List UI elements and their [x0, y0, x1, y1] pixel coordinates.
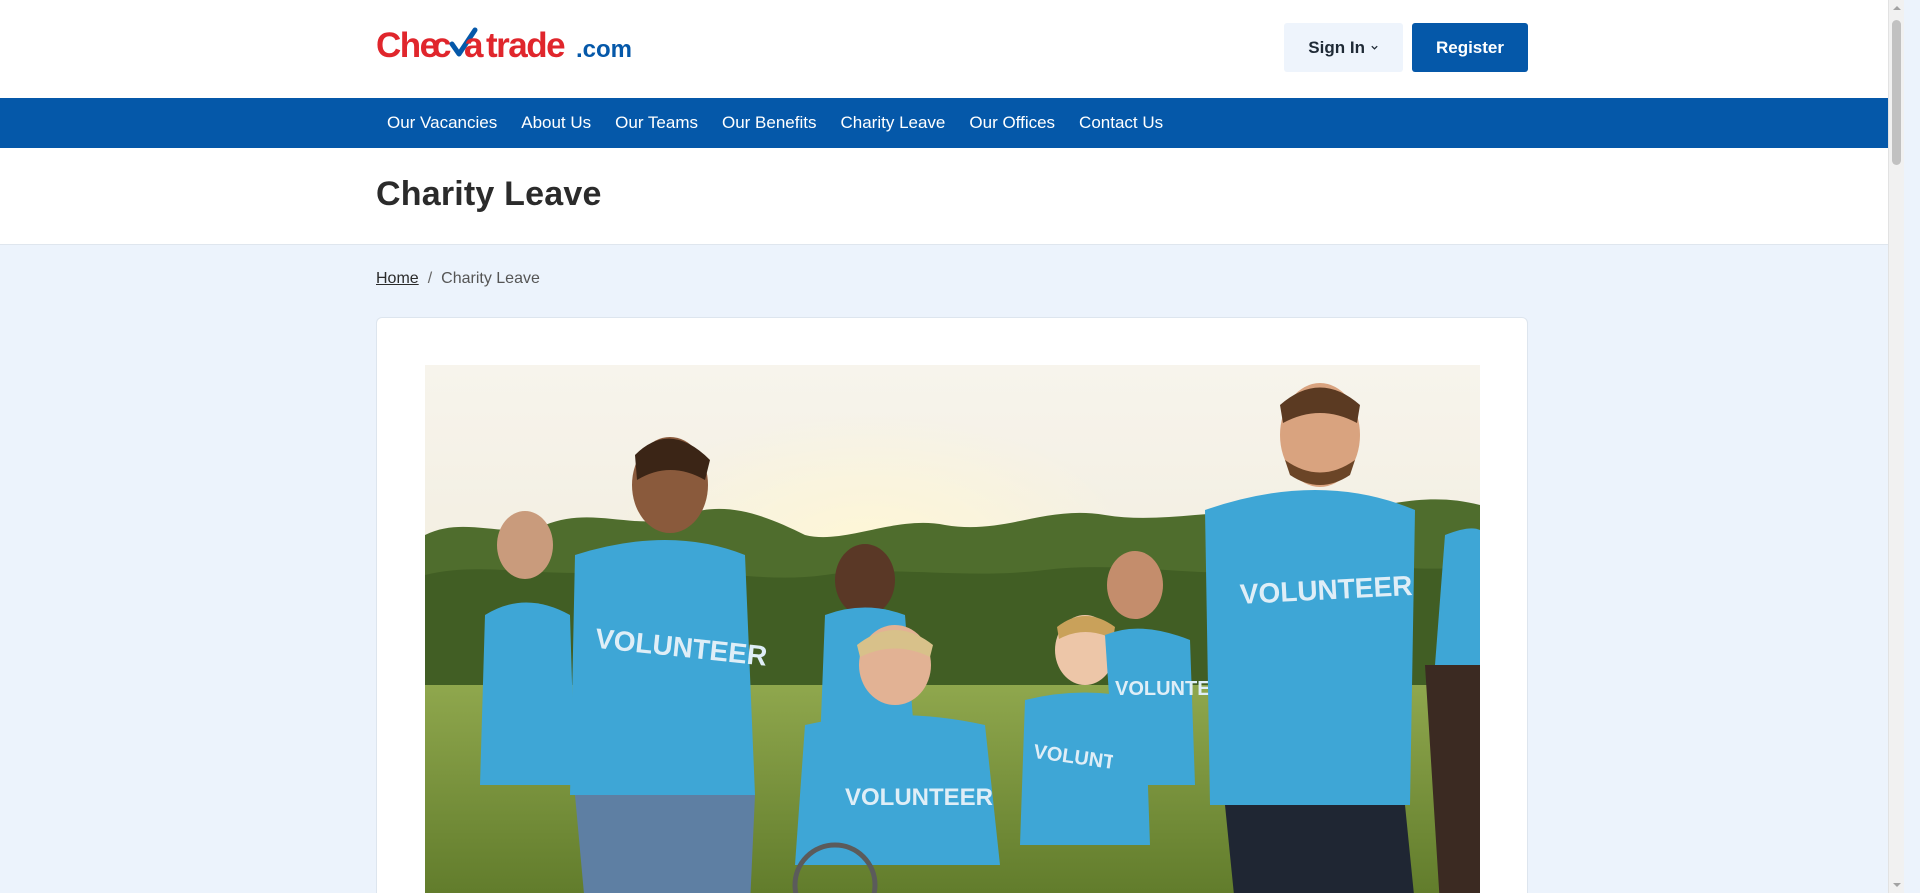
logo-wordmark: Che c a trade .com [376, 26, 632, 65]
breadcrumb-current: Charity Leave [441, 270, 540, 287]
page: Che c a trade .com Sign In Register Our … [0, 0, 1904, 893]
volunteer-shirt-text-2: VOLUNTEER [845, 784, 993, 811]
sign-in-label: Sign In [1308, 37, 1365, 57]
scrollbar-thumb[interactable] [1892, 20, 1901, 165]
nav-item-charity-leave[interactable]: Charity Leave [829, 98, 958, 148]
svg-text:trade: trade [486, 26, 565, 65]
nav-item-our-benefits[interactable]: Our Benefits [710, 98, 829, 148]
hero-image-volunteers: VOLUNTEER VOLUNTEER VOLUNTEER VOLUNTEER … [425, 365, 1480, 893]
chevron-down-icon[interactable] [1889, 877, 1904, 893]
title-band: Charity Leave [0, 148, 1904, 245]
checkatrade-logo[interactable]: Che c a trade .com [376, 26, 638, 66]
auth-buttons: Sign In Register [1284, 23, 1528, 72]
svg-text:.com: .com [576, 36, 632, 63]
svg-text:Che: Che [376, 26, 439, 65]
breadcrumb-separator: / [427, 270, 433, 287]
breadcrumb-home-link[interactable]: Home [376, 270, 419, 288]
content-card: VOLUNTEER VOLUNTEER VOLUNTEER VOLUNTEER … [376, 317, 1528, 893]
breadcrumb: Home / Charity Leave [376, 270, 540, 288]
nav-item-our-offices[interactable]: Our Offices [957, 98, 1067, 148]
site-header: Che c a trade .com Sign In Register [0, 0, 1904, 98]
main-nav: Our Vacancies About Us Our Teams Our Ben… [0, 98, 1904, 148]
page-title: Charity Leave [376, 175, 602, 213]
nav-item-about-us[interactable]: About Us [509, 98, 603, 148]
chevron-down-icon [1371, 45, 1378, 50]
page-scrollbar[interactable] [1888, 0, 1904, 893]
nav-item-our-teams[interactable]: Our Teams [603, 98, 710, 148]
svg-text:a: a [464, 26, 484, 65]
nav-list: Our Vacancies About Us Our Teams Our Ben… [376, 98, 1175, 148]
volunteers-photo: VOLUNTEER VOLUNTEER VOLUNTEER VOLUNTEER … [425, 365, 1480, 893]
register-button[interactable]: Register [1411, 23, 1528, 72]
svg-text:c: c [432, 26, 451, 65]
nav-item-contact-us[interactable]: Contact Us [1067, 98, 1175, 148]
nav-item-our-vacancies[interactable]: Our Vacancies [376, 98, 509, 148]
chevron-up-icon[interactable] [1889, 0, 1904, 16]
sign-in-button[interactable]: Sign In [1284, 23, 1403, 72]
